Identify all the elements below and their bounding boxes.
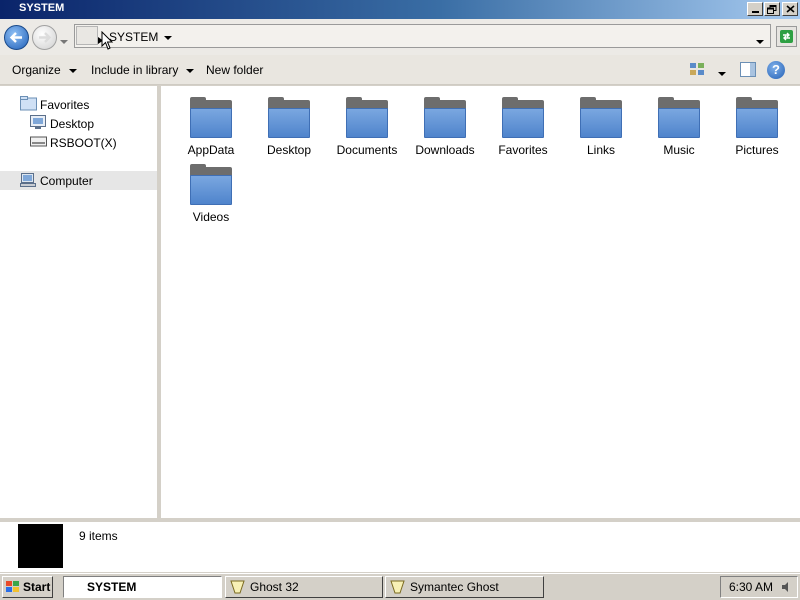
chevron-down-icon [756, 39, 764, 44]
new-folder-button[interactable]: New folder [206, 63, 263, 77]
details-thumbnail [18, 524, 63, 568]
minimize-icon [751, 11, 759, 13]
help-button[interactable]: ? [767, 61, 785, 79]
breadcrumb-system[interactable]: SYSTEM [109, 30, 173, 44]
folder-icon [580, 97, 622, 138]
organize-menu[interactable]: Organize [12, 63, 77, 77]
close-button[interactable] [782, 2, 798, 16]
nav-item-favorites[interactable]: Favorites [40, 98, 89, 112]
folder-label: Videos [192, 210, 230, 224]
taskbar-button-ghost32[interactable]: Ghost 32 [225, 576, 383, 598]
folder-icon [268, 97, 310, 138]
folder-label: Downloads [415, 143, 475, 157]
recent-pages-button[interactable] [60, 34, 68, 48]
close-icon [785, 5, 795, 13]
location-icon[interactable] [76, 26, 98, 45]
include-in-library-menu[interactable]: Include in library [91, 63, 195, 77]
taskbar-button-system[interactable]: SYSTEM [63, 576, 222, 598]
folder-label: Links [586, 143, 615, 157]
folder-icon [190, 97, 232, 138]
start-button[interactable]: Start [2, 576, 53, 598]
ghost-app-icon [390, 580, 405, 594]
taskbar-button-symantec-ghost[interactable]: Symantec Ghost [385, 576, 544, 598]
item-count: 9 items [79, 529, 118, 543]
help-icon: ? [772, 62, 780, 77]
view-options-dropdown[interactable] [718, 66, 726, 80]
refresh-icon [780, 30, 793, 43]
folder-item-favorites[interactable]: Favorites [484, 97, 562, 157]
tray-icon[interactable] [781, 581, 793, 593]
back-button[interactable] [4, 25, 29, 50]
folder-item-downloads[interactable]: Downloads [406, 97, 484, 157]
folder-label: AppData [187, 143, 235, 157]
chevron-down-icon [186, 68, 195, 73]
chevron-down-icon [164, 35, 173, 40]
forward-arrow-icon [39, 32, 52, 43]
folder-item-desktop[interactable]: Desktop [250, 97, 328, 157]
nav-item-desktop[interactable]: Desktop [50, 117, 94, 131]
ghost-app-icon [230, 580, 245, 594]
folder-icon [424, 97, 466, 138]
clock[interactable]: 6:30 AM [729, 580, 773, 594]
preview-pane-button[interactable] [740, 62, 756, 77]
folder-icon [502, 97, 544, 138]
folder-icon [190, 164, 232, 205]
folder-label: Favorites [498, 143, 548, 157]
system-tray: 6:30 AM [720, 576, 798, 598]
back-arrow-icon [9, 32, 22, 43]
folder-label: Pictures [735, 143, 779, 157]
folder-item-music[interactable]: Music [640, 97, 718, 157]
folder-item-appdata[interactable]: AppData [172, 97, 250, 157]
nav-item-computer[interactable]: Computer [40, 174, 93, 188]
mouse-cursor-icon [101, 31, 114, 50]
address-bar[interactable] [74, 24, 771, 48]
chevron-down-icon [68, 68, 77, 73]
minimize-button[interactable] [747, 2, 763, 16]
folder-item-pictures[interactable]: Pictures [718, 97, 796, 157]
chevron-down-icon [718, 71, 726, 76]
drive-icon [30, 135, 47, 151]
desktop-icon [30, 115, 46, 133]
folder-label: Desktop [266, 143, 312, 157]
folder-label: Documents [336, 143, 398, 157]
restore-button[interactable] [764, 2, 780, 16]
folder-icon [346, 97, 388, 138]
forward-button[interactable] [32, 25, 57, 50]
view-grid-icon [690, 63, 704, 75]
nav-item-rsboot[interactable]: RSBOOT(X) [50, 136, 117, 150]
chevron-down-icon [60, 39, 68, 44]
address-history-dropdown[interactable] [756, 34, 764, 48]
restore-icon [767, 4, 777, 14]
folder-item-documents[interactable]: Documents [328, 97, 406, 157]
title-bar[interactable] [0, 0, 800, 19]
folder-icon [736, 97, 778, 138]
favorites-icon [20, 96, 37, 114]
change-view-button[interactable] [690, 63, 705, 79]
computer-icon [20, 173, 36, 190]
folder-item-videos[interactable]: Videos [172, 164, 250, 224]
folder-label: Music [663, 143, 695, 157]
folder-icon [658, 97, 700, 138]
navigation-pane [0, 86, 157, 518]
windows-logo-icon [6, 581, 19, 592]
preview-pane-icon [750, 63, 755, 76]
details-pane [0, 518, 800, 572]
window-title: SYSTEM [19, 2, 65, 14]
folder-item-links[interactable]: Links [562, 97, 640, 157]
refresh-button[interactable] [776, 26, 797, 47]
